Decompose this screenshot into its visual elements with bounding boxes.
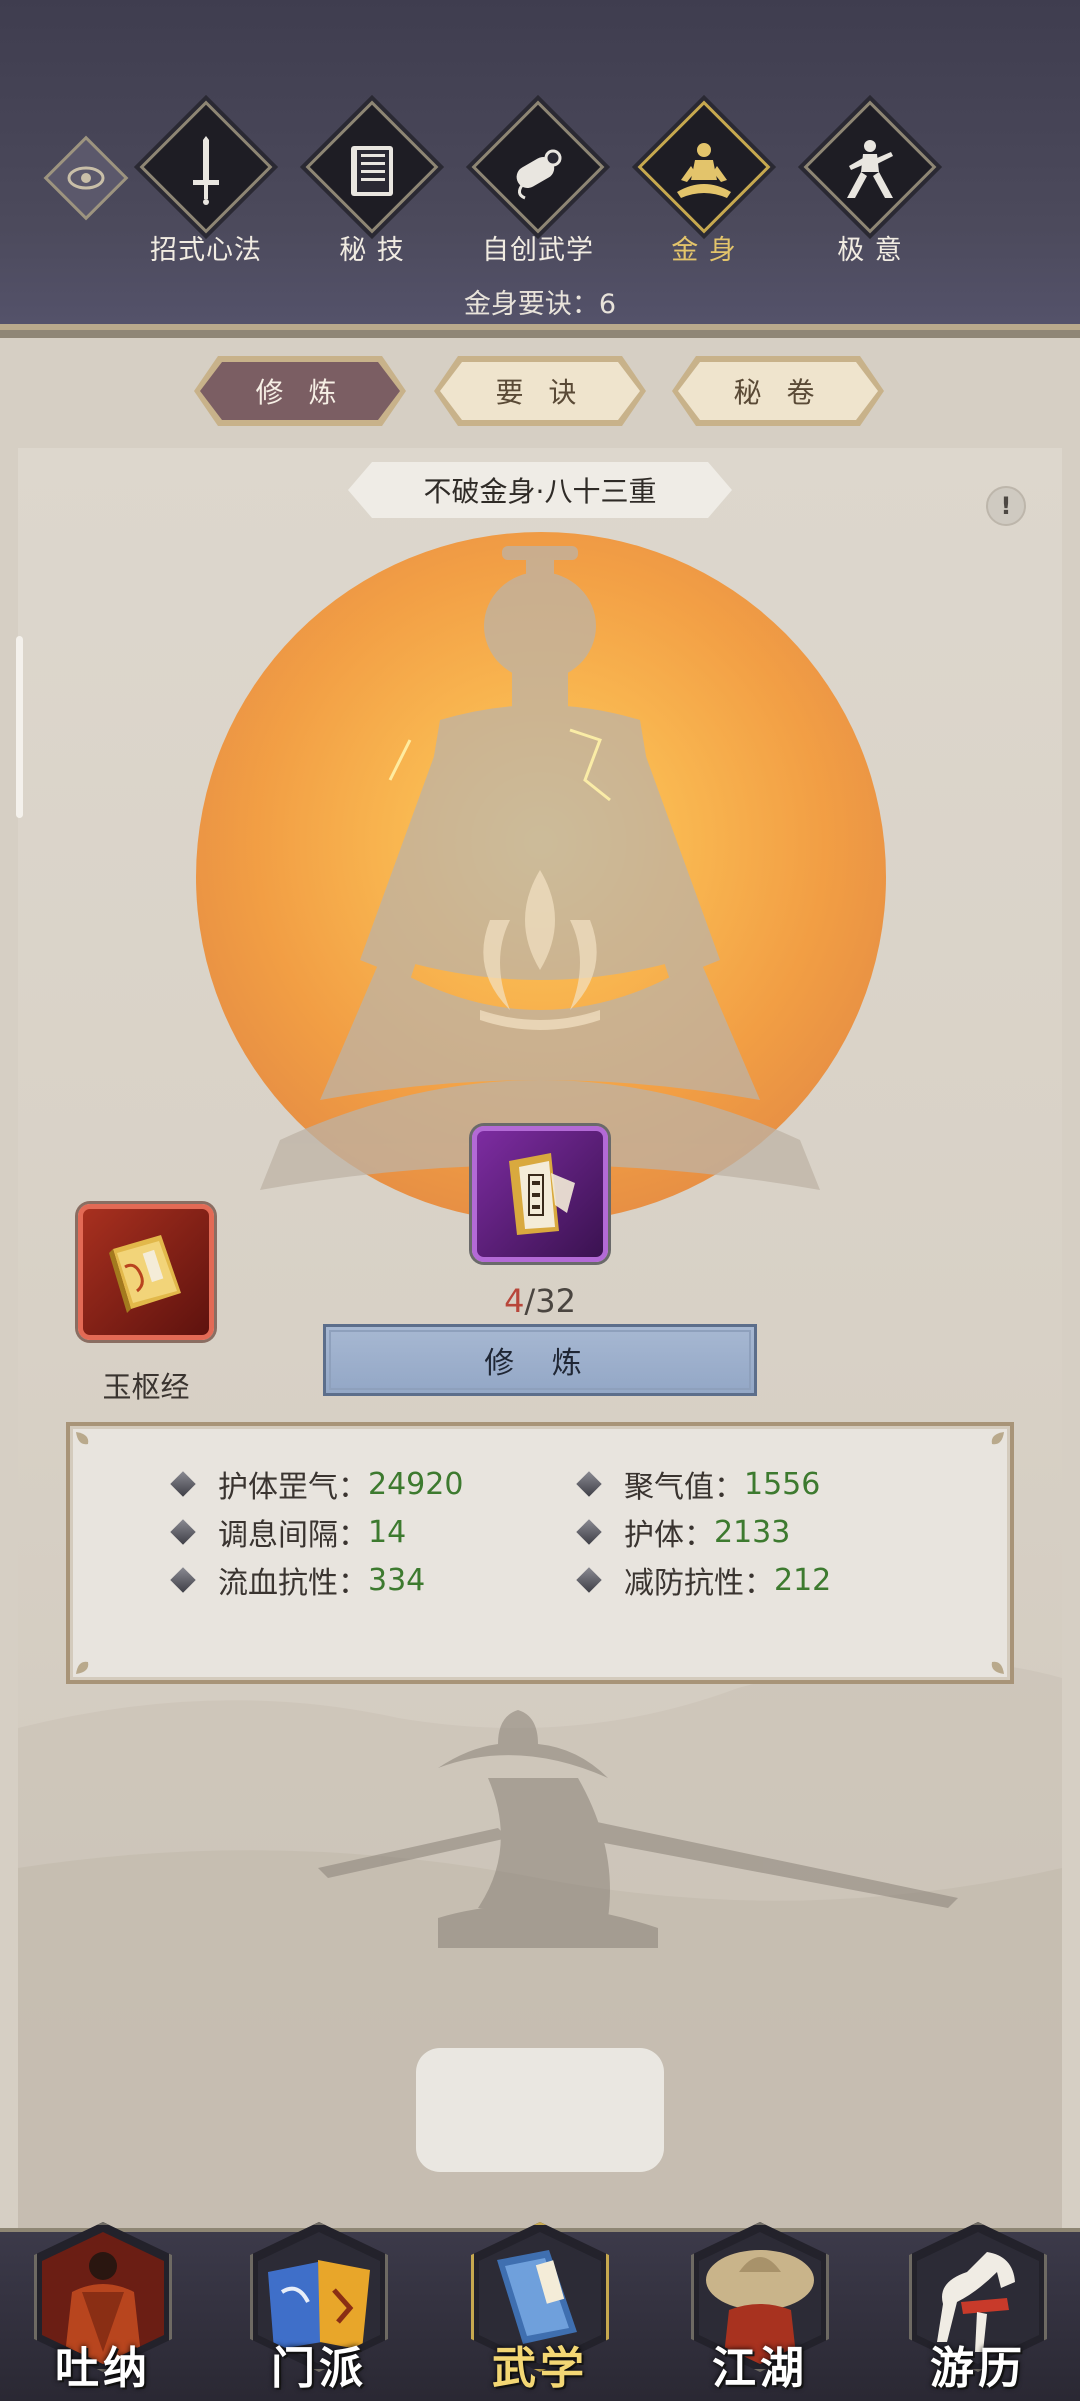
stats-panel: 护体罡气： 24920 聚气值： 1556 调息间隔： 14 护体： 2133 流血抗性… [66,1422,1014,1684]
train-button[interactable]: 修 炼 [323,1324,757,1396]
yushu-book-icon [109,1235,181,1313]
stat-value: 212 [774,1562,832,1598]
stat-row: 护体罡气： 24920 [170,1462,464,1506]
stat-value: 24920 [368,1466,464,1502]
stat-value: 14 [368,1514,407,1550]
eye-icon [67,166,105,190]
martial-pose-icon [847,140,893,198]
nav-label: 吐纳 [55,2343,151,2394]
subtab-secret-scrolls[interactable]: 秘 卷 [678,362,878,420]
meditation-icon [677,143,731,198]
stat-value: 334 [368,1562,426,1598]
nav-martial-arts[interactable]: 武学 [465,2212,615,2401]
seated-figure-silhouette [260,546,820,1190]
nav-label: 武学 [492,2343,588,2394]
tab-label: 秘 技 [339,235,405,266]
nav-label: 游历 [930,2343,1026,2394]
subtab-train[interactable]: 修 炼 [200,362,400,420]
center-material-slot[interactable] [472,1126,608,1262]
tab-label: 极 意 [837,235,903,266]
yushu-book-slot[interactable] [78,1204,214,1340]
sword-icon [193,136,219,205]
diamond-bullet-icon [576,1519,602,1545]
tab-golden-body[interactable]: 金 身 [624,100,784,270]
stat-label: 流血抗性： [218,1566,368,1601]
tab-label: 金 身 [671,235,737,266]
stat-label: 减防抗性： [624,1566,774,1601]
stat-label: 调息间隔： [218,1518,368,1553]
scroll-icon [516,149,562,200]
side-scroll-handle[interactable] [16,636,23,818]
info-icon[interactable]: ! [986,486,1026,526]
nav-jianghu[interactable]: 江湖 [685,2212,835,2401]
floating-blank-button[interactable] [416,2048,664,2172]
nav-travel[interactable]: 游历 [903,2212,1053,2401]
diamond-bullet-icon [170,1471,196,1497]
subtab-keys[interactable]: 要 诀 [440,362,640,420]
progress-current: 4 [504,1282,525,1320]
tab-secret-skills[interactable]: 秘 技 [292,100,452,270]
corner-ornament-icon [991,1661,1004,1674]
nav-breathing[interactable]: 吐纳 [28,2212,178,2401]
stat-value: 1556 [744,1466,821,1502]
stat-label: 护体： [624,1518,714,1553]
tab-ultimate-intent[interactable]: 极 意 [790,100,950,270]
corner-ornament-icon [76,1661,89,1674]
nav-label: 门派 [271,2343,367,2394]
stat-row: 聚气值： 1556 [576,1462,821,1506]
diamond-bullet-icon [170,1519,196,1545]
material-progress: 4/32 [440,1282,640,1320]
corner-ornament-icon [991,1432,1004,1445]
stat-row: 护体： 2133 [576,1510,791,1554]
golden-body-key-count: 金身要诀：6 [463,289,617,320]
diamond-bullet-icon [576,1471,602,1497]
yushu-scroll-icon [509,1153,575,1235]
stat-label: 护体罡气： [218,1470,368,1505]
book-icon [351,146,393,196]
stat-row: 调息间隔： 14 [170,1510,407,1554]
stat-label: 聚气值： [624,1470,744,1505]
nav-label: 江湖 [712,2343,808,2394]
tab-moves-mindmethod[interactable]: 招式心法 [126,100,286,270]
progress-total: /32 [524,1282,576,1320]
corner-ornament-icon [76,1432,89,1445]
tab-self-created[interactable]: 自创武学 [458,100,618,270]
stat-value: 2133 [714,1514,791,1550]
nav-sect[interactable]: 门派 [244,2212,394,2401]
diamond-bullet-icon [170,1567,196,1593]
stat-row: 减防抗性： 212 [576,1558,832,1602]
item-name: 玉枢经 [102,1370,190,1404]
golden-body-level-title: 不破金身·八十三重 [348,462,732,518]
diamond-bullet-icon [576,1567,602,1593]
tab-label: 招式心法 [150,235,262,266]
tab-label: 自创武学 [482,235,594,266]
stat-row: 流血抗性： 334 [170,1558,426,1602]
